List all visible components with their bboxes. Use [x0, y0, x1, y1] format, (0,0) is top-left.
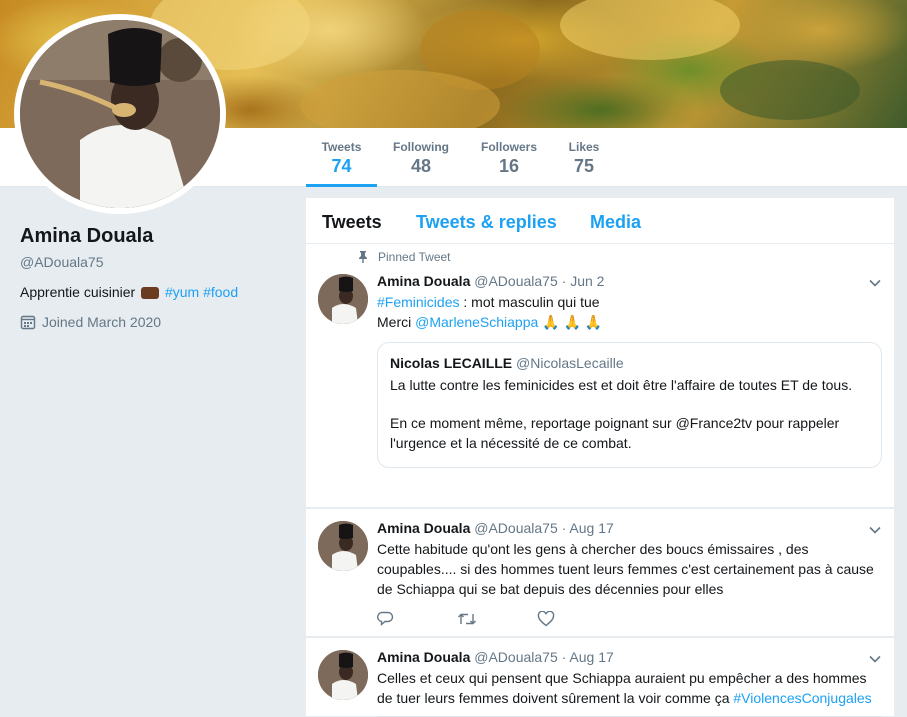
- stat-following-value: 48: [410, 156, 432, 176]
- pinned-label: Pinned Tweet: [358, 250, 451, 264]
- quoted-author-handle: @NicolasLecaille: [516, 355, 624, 371]
- tweet-avatar[interactable]: [318, 521, 368, 571]
- cow-emoji-icon: [141, 287, 160, 300]
- profile-avatar[interactable]: [20, 20, 220, 208]
- tweet-text-line2: Merci: [377, 314, 416, 330]
- tab-media[interactable]: Media: [590, 212, 641, 233]
- tweet-text: Cette habitude qu'ont les gens à cherche…: [377, 541, 874, 597]
- like-button[interactable]: [537, 611, 567, 627]
- bio-hashtags[interactable]: #yum #food: [165, 284, 238, 300]
- retweet-icon: [458, 613, 476, 625]
- profile-handle: @ADouala75: [20, 254, 104, 270]
- tab-tweets-replies[interactable]: Tweets & replies: [416, 212, 557, 233]
- chevron-down-icon[interactable]: [868, 652, 882, 666]
- stat-likes-value: 75: [573, 156, 595, 176]
- tweet-author-name[interactable]: Amina Douala: [377, 520, 470, 536]
- profile-info: Amina Douala @ADouala75 Apprentie cuisin…: [20, 225, 290, 330]
- tweet-content: Amina Douala @ADouala75 · Jun 2 #Feminic…: [377, 272, 882, 332]
- tweet-header: Amina Douala @ADouala75 · Jun 2: [377, 272, 882, 290]
- stat-likes[interactable]: Likes 75: [562, 128, 606, 187]
- stat-following[interactable]: Following 48: [388, 128, 454, 187]
- tweet-content: Amina Douala @ADouala75 · Aug 17 Cette h…: [377, 519, 882, 599]
- stat-followers-value: 16: [498, 156, 520, 176]
- tweet-avatar[interactable]: [318, 274, 368, 324]
- tweet-author-handle[interactable]: @ADouala75: [474, 520, 558, 536]
- tweet-actions: [377, 611, 567, 627]
- tweet-header: Amina Douala @ADouala75 · Aug 17: [377, 519, 882, 537]
- calendar-icon: [20, 315, 36, 330]
- tweet-date[interactable]: · Aug 17: [562, 649, 614, 665]
- hashtag-link[interactable]: #Feminicides: [377, 294, 459, 310]
- quoted-tweet[interactable]: Nicolas LECAILLE @NicolasLecaille La lut…: [377, 342, 882, 468]
- pinned-text: Pinned Tweet: [378, 250, 451, 264]
- stat-tweets-label: Tweets: [321, 140, 362, 154]
- tweet-text-line1: : mot masculin qui tue: [459, 294, 600, 310]
- stat-followers-label: Followers: [480, 140, 537, 154]
- mention-link[interactable]: @MarleneSchiappa: [415, 314, 538, 330]
- pin-icon: [359, 251, 367, 263]
- stat-tweets[interactable]: Tweets 74: [306, 128, 377, 187]
- bio-text: Apprentie cuisinier: [20, 284, 136, 300]
- hashtag-link[interactable]: #ViolencesConjugales: [733, 690, 871, 706]
- reply-icon: [377, 611, 394, 627]
- tweet-date[interactable]: · Aug 17: [562, 520, 614, 536]
- stat-tweets-value: 74: [331, 156, 352, 176]
- quoted-header: Nicolas LECAILLE @NicolasLecaille: [390, 355, 869, 371]
- stat-following-label: Following: [393, 140, 449, 154]
- tweet-header: Amina Douala @ADouala75 · Aug 17: [377, 648, 882, 666]
- joined-text: Joined March 2020: [42, 314, 162, 330]
- reply-button[interactable]: [377, 611, 457, 627]
- tweet-content: Amina Douala @ADouala75 · Aug 17 Celles …: [377, 648, 882, 708]
- quoted-text: La lutte contre les feminicides est et d…: [390, 375, 869, 453]
- tweet-author-handle[interactable]: @ADouala75: [474, 649, 558, 665]
- quoted-author-name: Nicolas LECAILLE: [390, 355, 513, 371]
- tweet-item[interactable]: Amina Douala @ADouala75 · Aug 17 Cette h…: [306, 508, 894, 637]
- quoted-text-para1: La lutte contre les feminicides est et d…: [390, 377, 853, 393]
- profile-name: Amina Douala: [20, 225, 154, 247]
- retweet-button[interactable]: [457, 611, 537, 627]
- chevron-down-icon[interactable]: [868, 276, 882, 290]
- quoted-text-para2: En ce moment même, reportage poignant su…: [390, 415, 840, 451]
- tweet-text: #Feminicides : mot masculin qui tue Merc…: [377, 292, 882, 332]
- tweet-item[interactable]: Amina Douala @ADouala75 · Aug 17 Celles …: [306, 637, 894, 717]
- tweet-item[interactable]: Pinned Tweet Amina Douala @ADouala75 · J…: [306, 244, 894, 543]
- tab-tweets[interactable]: Tweets: [322, 212, 382, 233]
- heart-icon: [537, 611, 555, 627]
- stat-followers[interactable]: Followers 16: [476, 128, 542, 187]
- tweet-author-name[interactable]: Amina Douala: [377, 273, 470, 289]
- tweet-text: Celles et ceux qui pensent que Schiappa …: [377, 668, 882, 708]
- stat-likes-label: Likes: [568, 140, 600, 154]
- profile-joined: Joined March 2020: [20, 314, 290, 330]
- tweet-avatar[interactable]: [318, 650, 368, 700]
- praying-hands-emoji: 🙏 🙏 🙏: [542, 314, 603, 330]
- profile-bio: Apprentie cuisinier #yum #food: [20, 284, 290, 300]
- chevron-down-icon[interactable]: [868, 523, 882, 537]
- timeline-tabs: Tweets Tweets & replies Media: [306, 198, 894, 244]
- tweet-date[interactable]: · Jun 2: [562, 273, 605, 289]
- tweet-author-name[interactable]: Amina Douala: [377, 649, 470, 665]
- tweet-author-handle[interactable]: @ADouala75: [474, 273, 558, 289]
